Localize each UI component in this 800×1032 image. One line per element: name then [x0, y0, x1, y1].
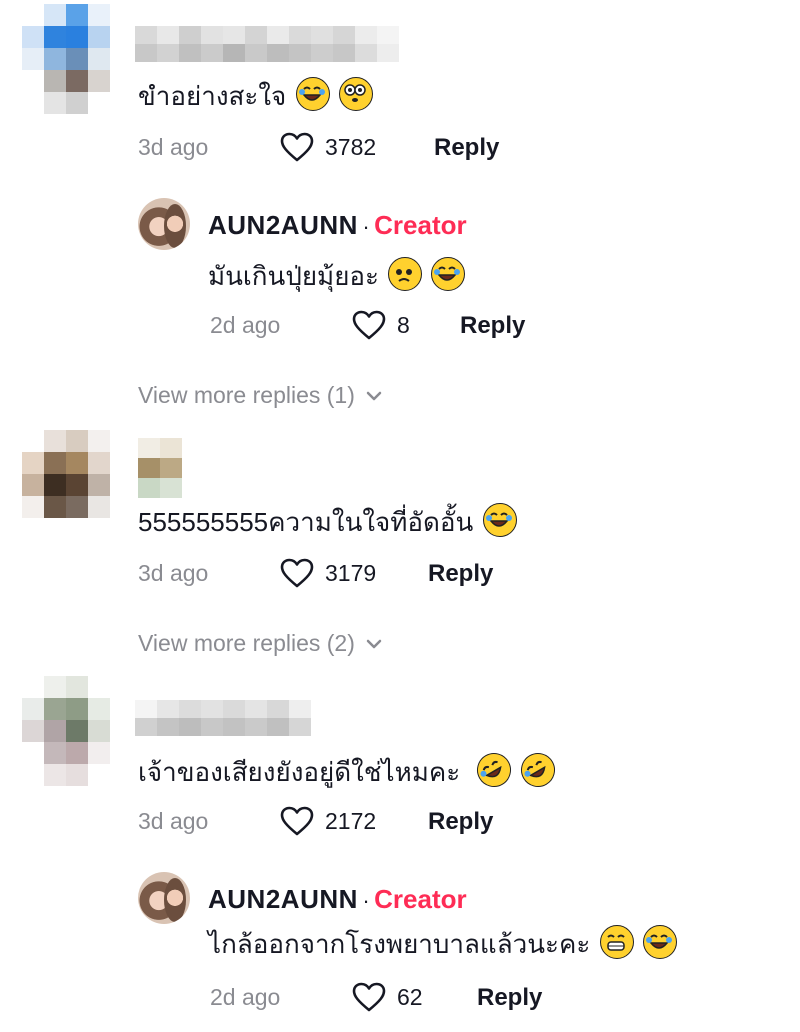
like-heart-icon[interactable]	[280, 806, 314, 841]
like-count: 3782	[325, 134, 377, 160]
comment-time: 3d ago	[138, 134, 209, 160]
like-heart-icon[interactable]	[352, 982, 386, 1017]
creator-badge: Creator	[374, 884, 467, 914]
reply-time: 2d ago	[210, 312, 281, 338]
chevron-down-icon	[366, 639, 382, 648]
reply-header: AUN2AUNN · Creator	[208, 884, 467, 915]
like-heart-icon[interactable]	[280, 132, 314, 167]
view-more-label: View more replies (1)	[138, 382, 355, 408]
blurred-username[interactable]	[135, 700, 311, 736]
blurred-avatar[interactable]	[22, 430, 110, 518]
view-more-replies-button[interactable]: View more replies (2)	[138, 630, 383, 657]
reply-text: มันเกินปุ่ยมุ้ยอะ	[208, 256, 466, 297]
creator-avatar[interactable]	[138, 872, 190, 924]
rofl-emoji-icon	[471, 746, 518, 794]
comment-body: 555555555ความในใจที่อัดอั้น	[138, 507, 474, 537]
comment-text: 555555555ความในใจที่อัดอั้น	[138, 502, 517, 543]
comment-body: เจ้าของเสียงยังอยู่ดีใช่ไหมคะ	[138, 757, 461, 787]
laughing-tears-emoji-icon	[295, 77, 330, 111]
blurred-username[interactable]	[135, 26, 399, 62]
reply-body: มันเกินปุ่ยมุ้ยอะ	[208, 261, 380, 291]
comment-time: 3d ago	[138, 808, 209, 834]
like-count: 62	[397, 984, 423, 1010]
separator-dot: ·	[362, 888, 370, 913]
view-more-replies-button[interactable]: View more replies (1)	[138, 382, 383, 409]
laughing-tears-emoji-icon	[431, 257, 466, 291]
creator-avatar[interactable]	[138, 198, 190, 250]
separator-dot: ·	[362, 214, 370, 239]
comment-text: เจ้าของเสียงยังอยู่ดีใช่ไหมคะ	[138, 746, 561, 794]
like-count: 8	[397, 312, 410, 338]
like-heart-icon[interactable]	[352, 310, 386, 345]
grinning-emoji-icon	[599, 925, 634, 959]
reply-button[interactable]: Reply	[477, 984, 542, 1012]
reply-button[interactable]: Reply	[428, 808, 493, 836]
view-more-label: View more replies (2)	[138, 630, 355, 656]
chevron-down-icon	[366, 391, 382, 400]
flushed-emoji-icon	[338, 77, 373, 111]
like-heart-icon[interactable]	[280, 558, 314, 593]
reply-time: 2d ago	[210, 984, 281, 1010]
comment-text: ขำอย่างสะใจ	[138, 76, 373, 117]
like-count: 3179	[325, 560, 377, 586]
blurred-username[interactable]	[138, 438, 182, 498]
laughing-tears-emoji-icon	[642, 925, 677, 959]
reply-button[interactable]: Reply	[460, 312, 525, 340]
rofl-emoji-icon	[514, 746, 561, 794]
creator-badge: Creator	[374, 210, 467, 240]
reply-text: ไกล้ออกจากโรงพยาบาลแล้วนะคะ	[208, 924, 677, 965]
comment-time: 3d ago	[138, 560, 209, 586]
creator-username[interactable]: AUN2AUNN	[208, 210, 358, 240]
reply-button[interactable]: Reply	[428, 560, 493, 588]
blurred-avatar[interactable]	[22, 676, 110, 786]
comment-body: ขำอย่างสะใจ	[138, 81, 287, 111]
laughing-tears-emoji-icon	[482, 503, 517, 537]
creator-username[interactable]: AUN2AUNN	[208, 884, 358, 914]
pleading-emoji-icon	[388, 257, 423, 291]
reply-button[interactable]: Reply	[434, 134, 499, 162]
reply-body: ไกล้ออกจากโรงพยาบาลแล้วนะคะ	[208, 929, 591, 959]
like-count: 2172	[325, 808, 377, 834]
blurred-avatar[interactable]	[22, 4, 110, 114]
reply-header: AUN2AUNN · Creator	[208, 210, 467, 241]
